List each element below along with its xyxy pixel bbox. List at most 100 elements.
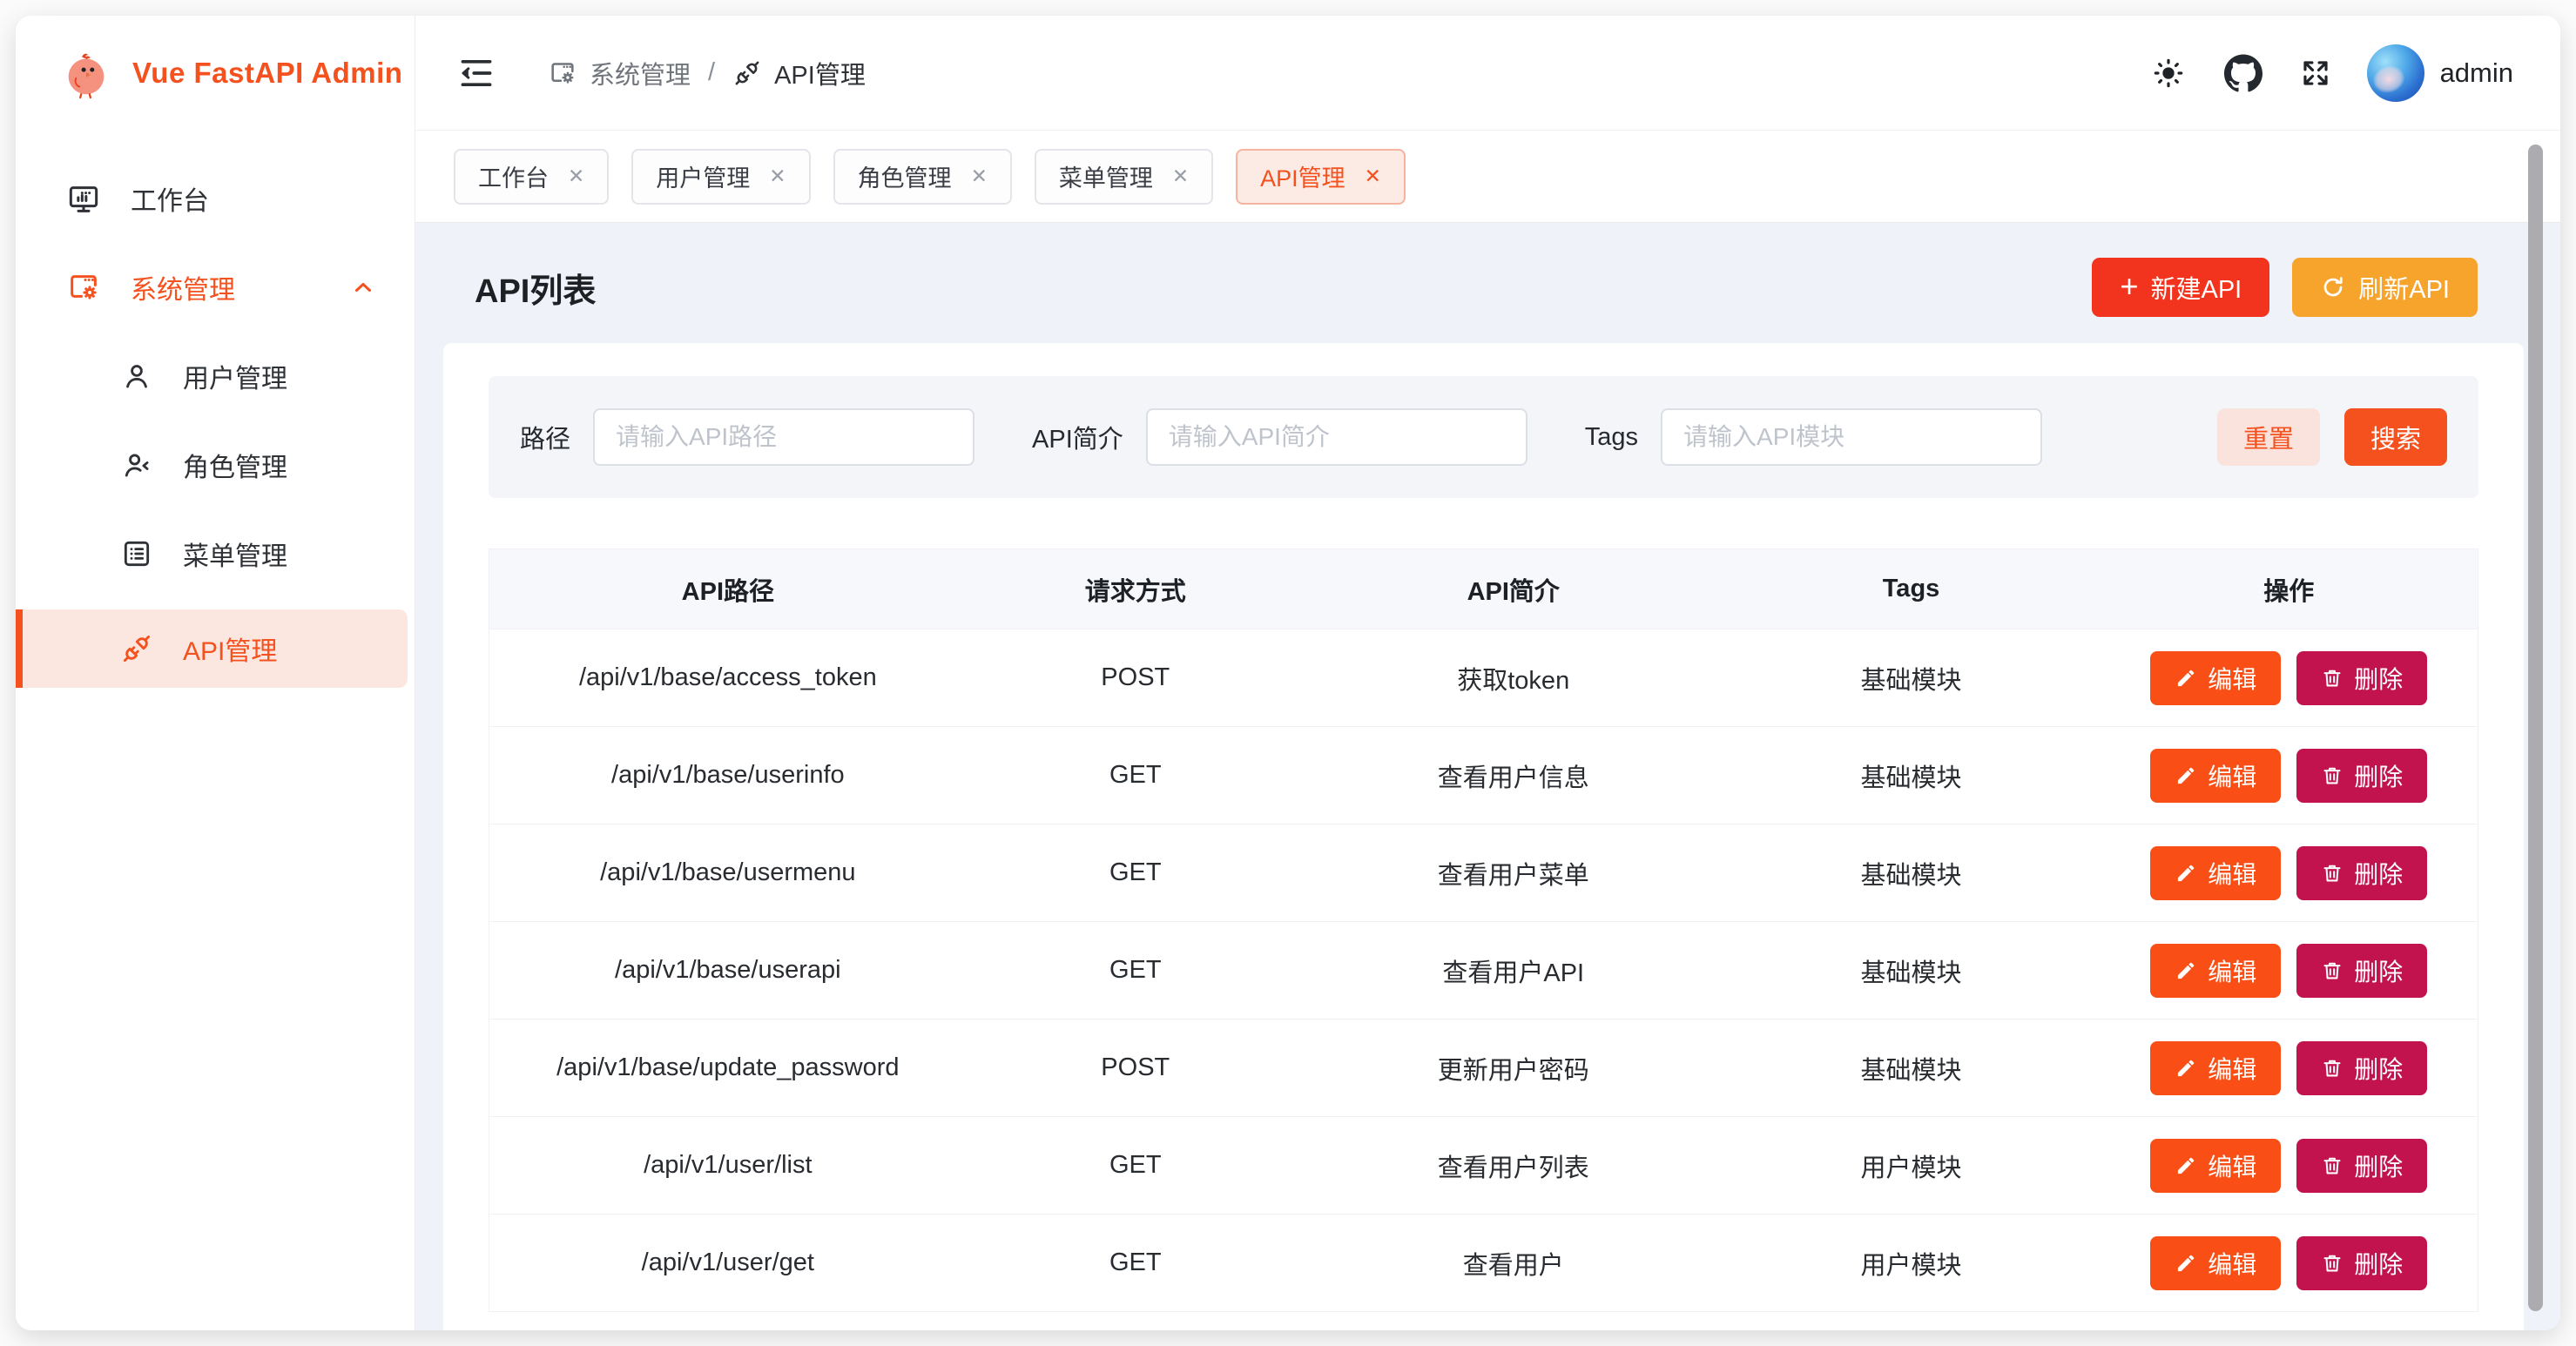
edit-button[interactable]: 编辑 <box>2150 1236 2281 1290</box>
brand-title: Vue FastAPI Admin <box>132 57 402 90</box>
delete-button[interactable]: 删除 <box>2296 651 2427 705</box>
api-method-cell: GET <box>967 1215 1305 1312</box>
api-actions-cell: 编辑 删除 <box>2101 824 2478 922</box>
api-summary-cell: 获取token <box>1305 629 1723 727</box>
tab-users[interactable]: 用户管理 ✕ <box>631 149 810 205</box>
delete-button[interactable]: 删除 <box>2296 1236 2427 1290</box>
trash-icon <box>2321 1252 2343 1275</box>
api-path-cell: /api/v1/base/userinfo <box>489 727 967 824</box>
delete-button[interactable]: 删除 <box>2296 749 2427 803</box>
api-method-cell: GET <box>967 1117 1305 1215</box>
top-bar: 系统管理 / API管理 admin <box>415 16 2560 131</box>
tab-label: API管理 <box>1260 159 1345 193</box>
edit-button[interactable]: 编辑 <box>2150 749 2281 803</box>
search-button[interactable]: 搜索 <box>2344 408 2447 466</box>
fullscreen-icon[interactable] <box>2299 57 2332 90</box>
brand-logo[interactable]: Vue FastAPI Admin <box>16 16 415 131</box>
api-path-cell: /api/v1/base/userapi <box>489 922 967 1020</box>
api-summary-cell: 更新用户密码 <box>1305 1020 1723 1117</box>
api-path-cell: /api/v1/user/list <box>489 1117 967 1215</box>
edit-button[interactable]: 编辑 <box>2150 1139 2281 1193</box>
reset-button[interactable]: 重置 <box>2217 408 2320 466</box>
table-row: /api/v1/base/access_token POST 获取token 基… <box>489 629 2478 727</box>
menu-list-icon <box>120 537 153 570</box>
breadcrumb: 系统管理 / API管理 <box>548 55 866 91</box>
summary-filter-input[interactable] <box>1146 408 1527 466</box>
breadcrumb-label: 系统管理 <box>590 55 691 91</box>
api-tags-cell: 基础模块 <box>1723 922 2101 1020</box>
api-plug-icon <box>732 58 762 88</box>
delete-button[interactable]: 删除 <box>2296 846 2427 900</box>
pencil-icon <box>2175 862 2197 885</box>
user-icon <box>120 360 153 393</box>
edit-button[interactable]: 编辑 <box>2150 846 2281 900</box>
tab-menus[interactable]: 菜单管理 ✕ <box>1035 149 1213 205</box>
api-summary-cell: 查看用户菜单 <box>1305 824 1723 922</box>
sidebar-item-menus[interactable]: 菜单管理 <box>16 521 415 587</box>
column-header-actions: 操作 <box>2101 549 2478 629</box>
sidebar-item-label: 工作台 <box>131 179 209 218</box>
trash-icon <box>2321 959 2343 982</box>
tab-workspace[interactable]: 工作台 ✕ <box>454 149 609 205</box>
sidebar-item-roles[interactable]: 角色管理 <box>16 432 415 498</box>
tab-api[interactable]: API管理 ✕ <box>1236 149 1406 205</box>
api-tags-cell: 基础模块 <box>1723 1020 2101 1117</box>
tab-roles[interactable]: 角色管理 ✕ <box>833 149 1012 205</box>
tab-label: 工作台 <box>478 159 549 193</box>
api-path-cell: /api/v1/base/usermenu <box>489 824 967 922</box>
api-actions-cell: 编辑 删除 <box>2101 1215 2478 1312</box>
trash-icon <box>2321 1154 2343 1177</box>
breadcrumb-item-api[interactable]: API管理 <box>732 55 866 91</box>
tags-filter-input[interactable] <box>1661 408 2042 466</box>
api-summary-cell: 查看用户列表 <box>1305 1117 1723 1215</box>
close-icon[interactable]: ✕ <box>1365 166 1381 186</box>
sidebar-item-label: 菜单管理 <box>183 535 287 573</box>
sidebar-item-label: API管理 <box>183 629 277 668</box>
sidebar-item-api[interactable]: API管理 <box>16 609 408 688</box>
avatar[interactable] <box>2367 44 2424 102</box>
table-row: /api/v1/base/userapi GET 查看用户API 基础模块 编辑… <box>489 922 2478 1020</box>
delete-button[interactable]: 删除 <box>2296 1041 2427 1095</box>
breadcrumb-label: API管理 <box>774 55 866 91</box>
close-icon[interactable]: ✕ <box>769 166 786 186</box>
sidebar-item-workspace[interactable]: 工作台 <box>16 165 415 232</box>
sidebar-item-users[interactable]: 用户管理 <box>16 343 415 409</box>
app-window: Vue FastAPI Admin 工作台 系统管理 用户管理 角色管理 <box>16 16 2560 1330</box>
new-api-button[interactable]: + 新建API <box>2092 258 2269 317</box>
path-filter-input[interactable] <box>593 408 974 466</box>
api-method-cell: POST <box>967 629 1305 727</box>
menu-collapse-icon[interactable] <box>457 54 496 92</box>
close-icon[interactable]: ✕ <box>971 166 988 186</box>
page-title: API列表 <box>475 264 596 312</box>
scrollbar[interactable] <box>2528 145 2543 1311</box>
table-row: /api/v1/user/get GET 查看用户 用户模块 编辑 删除 <box>489 1215 2478 1312</box>
sidebar-submenu: 用户管理 角色管理 菜单管理 API管理 <box>16 343 415 688</box>
refresh-api-button[interactable]: 刷新API <box>2292 258 2478 317</box>
edit-button[interactable]: 编辑 <box>2150 944 2281 998</box>
pencil-icon <box>2175 1057 2197 1080</box>
main-area: 系统管理 / API管理 admin <box>415 16 2560 1330</box>
monitor-icon <box>66 181 101 216</box>
api-method-cell: GET <box>967 727 1305 824</box>
delete-button[interactable]: 删除 <box>2296 1139 2427 1193</box>
username[interactable]: admin <box>2440 57 2513 89</box>
api-actions-cell: 编辑 删除 <box>2101 629 2478 727</box>
api-summary-cell: 查看用户信息 <box>1305 727 1723 824</box>
github-icon[interactable] <box>2224 54 2262 92</box>
delete-button[interactable]: 删除 <box>2296 944 2427 998</box>
sidebar-menu: 工作台 系统管理 用户管理 角色管理 菜单管理 <box>16 131 415 702</box>
chevron-up-icon <box>350 274 376 300</box>
theme-light-icon[interactable] <box>2151 56 2186 91</box>
edit-button[interactable]: 编辑 <box>2150 651 2281 705</box>
close-icon[interactable]: ✕ <box>1172 166 1189 186</box>
api-actions-cell: 编辑 删除 <box>2101 922 2478 1020</box>
filter-bar: 路径 API简介 Tags 重置 搜索 <box>489 376 2478 498</box>
api-actions-cell: 编辑 删除 <box>2101 727 2478 824</box>
refresh-icon <box>2320 274 2346 300</box>
breadcrumb-item-system[interactable]: 系统管理 <box>548 55 691 91</box>
edit-button[interactable]: 编辑 <box>2150 1041 2281 1095</box>
tab-label: 用户管理 <box>656 159 750 193</box>
sidebar-item-system[interactable]: 系统管理 <box>16 254 415 320</box>
trash-icon <box>2321 1057 2343 1080</box>
close-icon[interactable]: ✕ <box>568 166 584 186</box>
